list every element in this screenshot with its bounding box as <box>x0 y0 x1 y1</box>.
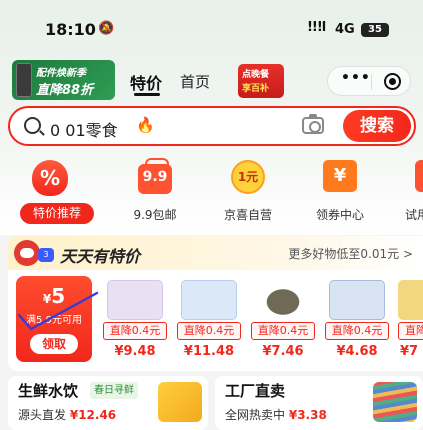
product-price: ¥4.68 <box>336 344 378 359</box>
deals-header: 3 天天有特价 更多好物低至0.01元 > <box>8 236 423 270</box>
search-bar[interactable]: 0 01零食 🔥 搜索 <box>8 106 416 146</box>
card-price: ¥12.46 <box>69 408 117 422</box>
search-icon <box>24 117 41 134</box>
category-label: 试用 <box>405 208 423 222</box>
card-tag: 春日寻鲜 <box>90 382 138 399</box>
dinner-promo-badge[interactable]: 点晚餐 享百补 <box>238 64 284 98</box>
status-bar: 18:10 🔕 !!!l 4G 35 <box>0 0 423 50</box>
category-label: 京喜自营 <box>223 208 272 222</box>
card-sub-text: 全网热卖中 <box>225 408 286 422</box>
price-drop-tag: 直降0.4元 <box>103 322 167 340</box>
card-price: ¥3.38 <box>288 408 327 422</box>
product-item[interactable]: 直降0.4元 ¥9.48 <box>100 280 174 366</box>
card-image <box>158 382 202 422</box>
category-special-recommend[interactable]: % 特价推荐 <box>10 160 94 230</box>
product-price: ¥7.46 <box>262 344 304 359</box>
promo-line-1: 配件焕新季 <box>36 68 86 79</box>
checkmark-icon <box>17 291 99 331</box>
miniprogram-capsule: ••• <box>327 66 411 96</box>
card-subtitle: 源头直发 ¥12.46 <box>18 406 116 423</box>
card-sub-text: 源头直发 <box>18 408 67 422</box>
product-item[interactable]: 直降0.4元 ¥11.48 <box>174 280 248 366</box>
search-button[interactable]: 搜索 <box>343 110 411 142</box>
card-subtitle: 全网热卖中 ¥3.38 <box>225 406 327 423</box>
percent-fire-icon: % <box>32 160 68 196</box>
battery-icon: 35 <box>361 23 389 37</box>
tab-home[interactable]: 首页 <box>180 71 210 92</box>
card-title: 生鲜水饮 <box>18 382 79 400</box>
mascot-icon <box>14 240 40 266</box>
tab-special-price[interactable]: 特价 <box>130 70 162 94</box>
fire-icon: 🔥 <box>136 116 155 134</box>
product-item[interactable]: 直降 ¥7 <box>396 280 423 366</box>
price-drop-tag: 直降0.4元 <box>177 322 241 340</box>
category-jingxi-self[interactable]: 1元 京喜自营 <box>208 160 288 230</box>
price-drop-tag: 直降 <box>398 322 423 340</box>
deals-title: 天天有特价 <box>60 247 141 266</box>
factory-direct-card[interactable]: 工厂直卖 全网热卖中 ¥3.38 <box>215 376 423 430</box>
promo-badge[interactable]: 配件焕新季 直降88折 <box>12 60 115 100</box>
product-image <box>181 280 237 320</box>
category-trial[interactable]: 试用 <box>385 160 423 230</box>
price-drop-tag: 直降0.4元 <box>251 322 315 340</box>
trial-icon <box>415 160 423 192</box>
product-item[interactable]: 直降0.4元 ¥4.68 <box>322 280 396 366</box>
search-input[interactable]: 0 01零食 <box>50 117 118 141</box>
yen-coupon-icon: ¥ <box>323 160 357 192</box>
active-tab-indicator <box>134 93 160 96</box>
card-title: 工厂直卖 <box>225 382 286 400</box>
product-image <box>255 280 311 320</box>
category-coupon-center[interactable]: ¥ 领券中心 <box>300 160 380 230</box>
category-9-9-shipping[interactable]: 9.9 9.9包邮 <box>115 158 195 230</box>
daily-deals-card: 3 天天有特价 更多好物低至0.01元 > ¥5 满5.9元可用 领取 直降0.… <box>8 236 423 371</box>
card-image <box>373 382 417 422</box>
price-drop-tag: 直降0.4元 <box>325 322 389 340</box>
close-icon[interactable] <box>384 73 401 90</box>
product-price: ¥11.48 <box>183 344 235 359</box>
signal-icon: !!!l <box>307 20 326 35</box>
status-time: 18:10 <box>45 20 96 39</box>
deals-more-link[interactable]: 更多好物低至0.01元 > <box>288 245 413 262</box>
bag-99-icon: 9.9 <box>138 158 172 194</box>
dinner-promo-line-2: 享百补 <box>242 84 270 94</box>
network-type: 4G <box>335 22 355 37</box>
one-yuan-coin-icon: 1元 <box>231 160 265 194</box>
product-item[interactable]: 直降0.4元 ¥7.46 <box>248 280 322 366</box>
mute-bell-icon: 🔕 <box>98 21 115 36</box>
claim-coupon-button[interactable]: 领取 <box>30 334 78 354</box>
promo-line-2: 直降88折 <box>36 83 94 98</box>
fresh-drinks-card[interactable]: 生鲜水饮 春日寻鲜 源头直发 ¥12.46 <box>8 376 208 430</box>
small-badge-icon: 3 <box>38 248 54 262</box>
product-price: ¥9.48 <box>114 344 156 359</box>
category-label: 9.9包邮 <box>133 208 177 222</box>
category-label: 领券中心 <box>315 208 364 222</box>
dinner-promo-line-1: 点晚餐 <box>242 70 270 80</box>
camera-icon[interactable] <box>302 114 324 134</box>
product-image <box>398 280 423 320</box>
capsule-divider <box>371 74 372 90</box>
more-icon[interactable]: ••• <box>341 70 371 86</box>
product-price: ¥7 <box>400 344 419 359</box>
product-image <box>329 280 385 320</box>
category-label: 特价推荐 <box>20 203 94 224</box>
phone-case-icon <box>16 63 32 97</box>
product-image <box>107 280 163 320</box>
